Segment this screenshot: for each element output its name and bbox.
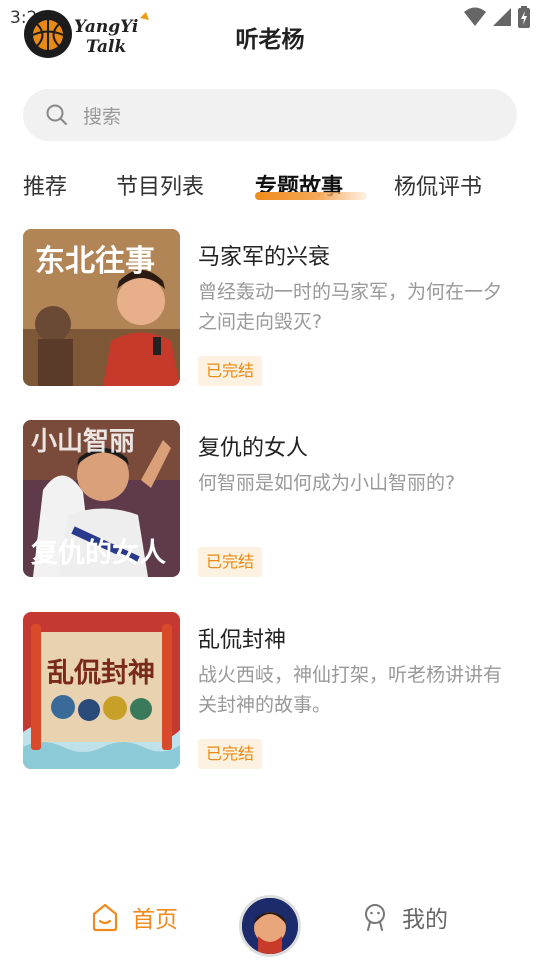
avatar-icon — [242, 898, 298, 954]
player-avatar-button[interactable] — [239, 895, 301, 957]
story-title: 复仇的女人 — [198, 436, 309, 461]
svg-text:东北往事: 东北往事 — [35, 244, 155, 279]
tab-program-list[interactable]: 节目列表 — [116, 169, 204, 201]
svg-text:乱侃封神: 乱侃封神 — [47, 658, 155, 689]
story-card[interactable]: 东北往事 马家军的兴衰 曾经轰动一时的马家军，为何在一夕之间走向毁灭? 已完结 — [23, 229, 518, 386]
svg-text:复仇的女人: 复仇的女人 — [31, 537, 166, 569]
nav-mine[interactable]: 我的 — [360, 900, 448, 934]
nav-home[interactable]: 首页 — [90, 900, 178, 934]
search-placeholder: 搜索 — [83, 105, 122, 128]
status-badge: 已完结 — [198, 547, 263, 577]
story-description: 何智丽是如何成为小山智丽的? — [198, 472, 456, 494]
home-icon — [92, 903, 118, 932]
story-cover-image: 东北往事 — [23, 229, 180, 386]
page-title: 听老杨 — [235, 27, 305, 53]
profile-icon — [365, 904, 385, 931]
nav-home-label: 首页 — [132, 907, 178, 933]
search-icon — [46, 104, 67, 125]
app-header: YangYi Talk 听老杨 — [0, 0, 540, 75]
tab-recommend[interactable]: 推荐 — [23, 169, 67, 201]
story-description: 战火西岐，神仙打架，听老杨讲讲有关封神的故事。 — [198, 664, 503, 716]
story-card[interactable]: 乱侃封神 乱侃封神 战火西岐，神仙打架，听老杨讲讲有关封神的故事。 已完结 — [23, 612, 518, 769]
story-description: 曾经轰动一时的马家军，为何在一夕之间走向毁灭? — [198, 281, 503, 333]
search-bar[interactable]: 搜索 — [23, 89, 517, 141]
story-cover-image: 小山智丽 复仇的女人 — [23, 420, 180, 577]
story-title: 乱侃封神 — [198, 628, 287, 653]
nav-mine-label: 我的 — [402, 907, 448, 933]
active-tab-indicator — [255, 192, 367, 200]
story-title: 马家军的兴衰 — [198, 245, 331, 270]
tab-yangkan-storytelling[interactable]: 杨侃评书 — [394, 169, 482, 201]
status-badge: 已完结 — [198, 739, 263, 769]
story-cover-image: 乱侃封神 — [23, 612, 180, 769]
svg-text:小山智丽: 小山智丽 — [31, 427, 135, 457]
story-card[interactable]: 小山智丽 复仇的女人 复仇的女人 何智丽是如何成为小山智丽的? 已完结 — [23, 420, 518, 577]
status-badge: 已完结 — [198, 356, 263, 386]
bottom-navigation: 首页 我的 — [0, 880, 540, 960]
